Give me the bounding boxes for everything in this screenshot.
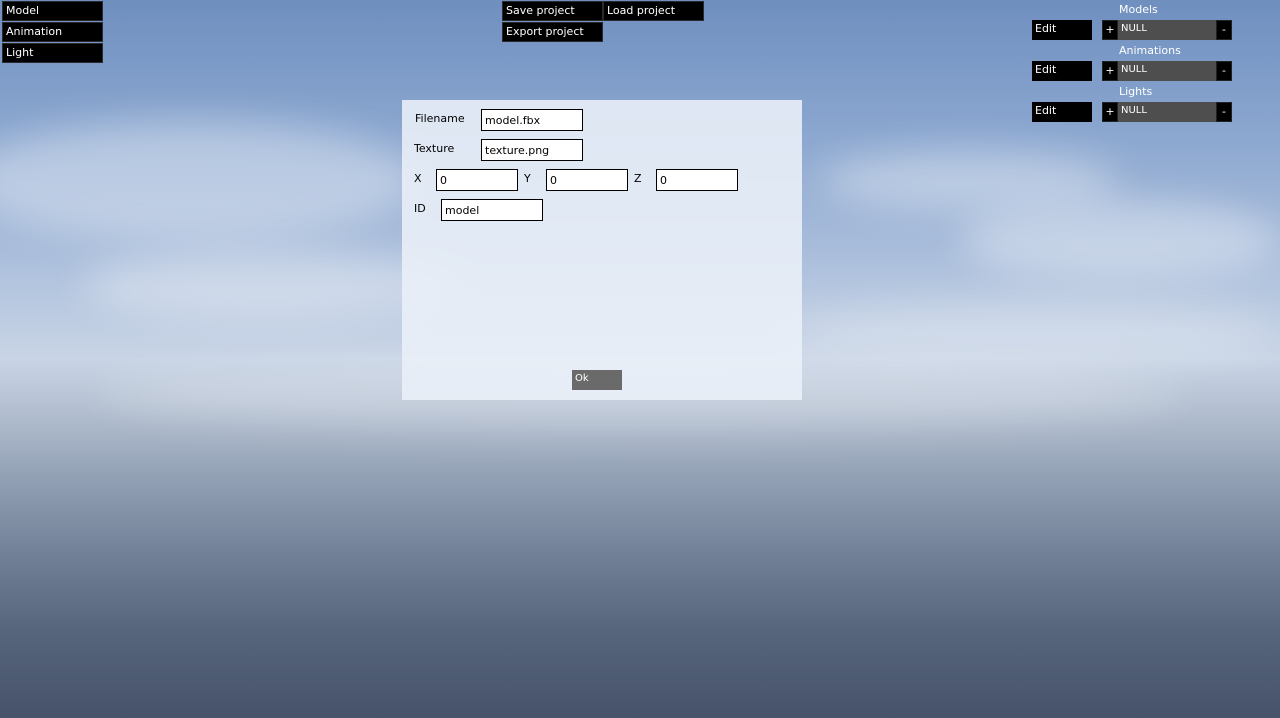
lights-remove-button[interactable]: - [1216,102,1232,122]
ok-button[interactable]: Ok [572,370,622,390]
x-label: X [414,172,422,185]
lights-title: Lights [1119,85,1153,98]
lights-select[interactable]: NULL [1118,102,1216,122]
menu-model-button[interactable]: Model [2,1,103,21]
y-label: Y [524,172,531,185]
id-input[interactable] [441,199,543,221]
texture-label: Texture [414,142,455,155]
models-remove-button[interactable]: - [1216,20,1232,40]
save-project-button[interactable]: Save project [502,1,603,21]
animations-title: Animations [1119,44,1181,57]
menu-light-button[interactable]: Light [2,43,103,63]
animations-edit-button[interactable]: Edit [1032,61,1092,81]
animations-add-button[interactable]: + [1102,61,1118,81]
export-project-button[interactable]: Export project [502,22,603,42]
filename-input[interactable] [481,109,583,131]
models-add-button[interactable]: + [1102,20,1118,40]
z-input[interactable] [656,169,738,191]
lights-edit-button[interactable]: Edit [1032,102,1092,122]
animations-select[interactable]: NULL [1118,61,1216,81]
models-title: Models [1119,3,1158,16]
id-label: ID [414,202,426,215]
model-dialog: Filename Texture X Y Z ID Ok [402,100,802,400]
y-input[interactable] [546,169,628,191]
models-select[interactable]: NULL [1118,20,1216,40]
models-edit-button[interactable]: Edit [1032,20,1092,40]
lights-add-button[interactable]: + [1102,102,1118,122]
menu-animation-button[interactable]: Animation [2,22,103,42]
x-input[interactable] [436,169,518,191]
texture-input[interactable] [481,139,583,161]
load-project-button[interactable]: Load project [603,1,704,21]
animations-remove-button[interactable]: - [1216,61,1232,81]
z-label: Z [634,172,642,185]
filename-label: Filename [415,112,465,125]
